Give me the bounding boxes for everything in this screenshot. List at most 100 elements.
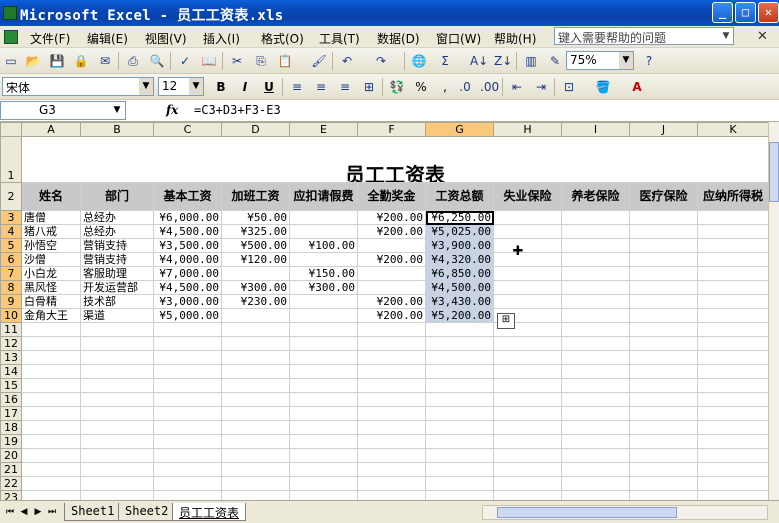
table-cell[interactable] (357, 350, 426, 365)
table-cell[interactable]: ¥4,000.00 (153, 252, 222, 267)
table-cell[interactable]: ¥230.00 (221, 294, 290, 309)
row-header[interactable]: 6 (0, 252, 22, 267)
menu-insert[interactable]: 插入(I) (203, 30, 240, 47)
column-header[interactable]: F (357, 122, 426, 137)
table-cell[interactable] (425, 462, 494, 477)
row-header[interactable]: 4 (0, 224, 22, 239)
autosum-icon[interactable]: Σ (436, 52, 454, 70)
increase-indent-icon[interactable]: ⇥ (532, 78, 550, 96)
scroll-thumb[interactable] (497, 507, 677, 518)
table-cell[interactable]: ¥200.00 (357, 252, 426, 267)
table-cell[interactable] (357, 392, 426, 407)
table-cell[interactable] (561, 448, 630, 463)
table-cell[interactable] (289, 448, 358, 463)
table-cell[interactable] (561, 490, 630, 500)
table-cell[interactable]: ¥5,000.00 (153, 308, 222, 323)
scroll-thumb[interactable] (769, 142, 779, 202)
table-cell[interactable]: ¥200.00 (357, 308, 426, 323)
table-cell[interactable] (357, 238, 426, 253)
table-cell[interactable] (289, 322, 358, 337)
table-cell[interactable] (21, 420, 81, 435)
research-icon[interactable]: 📖 (200, 52, 218, 70)
first-sheet-icon[interactable]: ⏮ (4, 506, 16, 518)
table-cell[interactable]: ¥300.00 (221, 280, 290, 295)
column-title-income-tax[interactable]: 应纳所得税 (697, 182, 768, 211)
table-cell[interactable]: ¥300.00 (289, 280, 358, 295)
row-header[interactable]: 15 (0, 378, 22, 393)
table-cell[interactable]: ¥5,200.00 (425, 308, 494, 323)
table-cell[interactable]: ¥150.00 (289, 266, 358, 281)
table-cell[interactable] (221, 434, 290, 449)
table-cell[interactable] (629, 392, 698, 407)
copy-icon[interactable]: ⎘ (252, 52, 270, 70)
column-title-pension-insurance[interactable]: 养老保险 (561, 182, 630, 211)
table-cell[interactable] (80, 350, 154, 365)
chevron-down-icon[interactable]: ▼ (719, 28, 733, 44)
table-cell[interactable] (629, 280, 698, 295)
table-cell[interactable] (221, 490, 290, 500)
table-cell[interactable]: ¥6,850.00 (425, 266, 494, 281)
table-cell[interactable] (629, 224, 698, 239)
column-header[interactable]: B (80, 122, 154, 137)
table-cell[interactable] (425, 364, 494, 379)
table-cell[interactable] (561, 308, 630, 323)
increase-decimal-icon[interactable]: .0 (456, 78, 474, 96)
table-cell[interactable]: ¥4,500.00 (425, 280, 494, 295)
table-cell[interactable] (561, 224, 630, 239)
table-cell[interactable] (221, 336, 290, 351)
table-cell[interactable] (221, 406, 290, 421)
new-icon[interactable]: ▭ (2, 52, 20, 70)
table-cell[interactable] (153, 322, 222, 337)
row-header[interactable]: 16 (0, 392, 22, 407)
table-cell[interactable] (21, 490, 81, 500)
chevron-down-icon[interactable]: ▼ (139, 78, 153, 95)
table-cell[interactable] (221, 322, 290, 337)
table-cell[interactable] (153, 490, 222, 500)
row-header[interactable]: 1 (0, 136, 22, 183)
hyperlink-icon[interactable]: 🌐 (410, 52, 428, 70)
row-header[interactable]: 13 (0, 350, 22, 365)
table-cell[interactable] (629, 364, 698, 379)
table-cell[interactable] (697, 238, 768, 253)
table-cell[interactable] (561, 462, 630, 477)
align-right-icon[interactable]: ≡ (336, 78, 354, 96)
table-cell[interactable]: ¥4,500.00 (153, 280, 222, 295)
table-cell[interactable]: ¥3,000.00 (153, 294, 222, 309)
decrease-indent-icon[interactable]: ⇤ (508, 78, 526, 96)
permission-icon[interactable]: 🔒 (72, 52, 90, 70)
column-title-total-salary[interactable]: 工资总额 (425, 182, 494, 211)
next-sheet-icon[interactable]: ▶ (32, 506, 44, 518)
table-cell[interactable] (153, 350, 222, 365)
table-cell[interactable] (80, 490, 154, 500)
table-cell[interactable] (561, 238, 630, 253)
table-cell[interactable] (21, 378, 81, 393)
decrease-decimal-icon[interactable]: .00 (480, 78, 499, 96)
table-cell[interactable] (357, 322, 426, 337)
column-header[interactable]: H (493, 122, 562, 137)
table-cell[interactable] (21, 322, 81, 337)
table-cell[interactable]: 唐僧 (21, 210, 81, 225)
table-cell[interactable] (80, 448, 154, 463)
table-cell[interactable] (289, 378, 358, 393)
worksheet-grid[interactable]: A B C D E F G H I J K 1 员工工资表 2 姓名 部门 基本… (0, 122, 768, 500)
column-title-department[interactable]: 部门 (80, 182, 154, 211)
table-cell[interactable] (80, 322, 154, 337)
table-cell[interactable] (425, 392, 494, 407)
table-cell[interactable] (493, 224, 562, 239)
table-cell[interactable] (629, 448, 698, 463)
table-cell[interactable] (153, 420, 222, 435)
chevron-down-icon[interactable]: ▼ (189, 78, 203, 95)
table-cell[interactable] (289, 210, 358, 225)
table-cell[interactable] (357, 364, 426, 379)
table-cell[interactable] (697, 448, 768, 463)
table-cell[interactable] (561, 392, 630, 407)
table-cell[interactable]: 沙僧 (21, 252, 81, 267)
table-cell[interactable] (289, 476, 358, 491)
table-cell[interactable] (697, 280, 768, 295)
print-icon[interactable]: ⎙ (124, 52, 142, 70)
column-title-medical-insurance[interactable]: 医疗保险 (629, 182, 698, 211)
table-cell[interactable] (493, 490, 562, 500)
table-cell[interactable] (221, 448, 290, 463)
table-cell[interactable] (289, 224, 358, 239)
table-cell[interactable] (357, 448, 426, 463)
